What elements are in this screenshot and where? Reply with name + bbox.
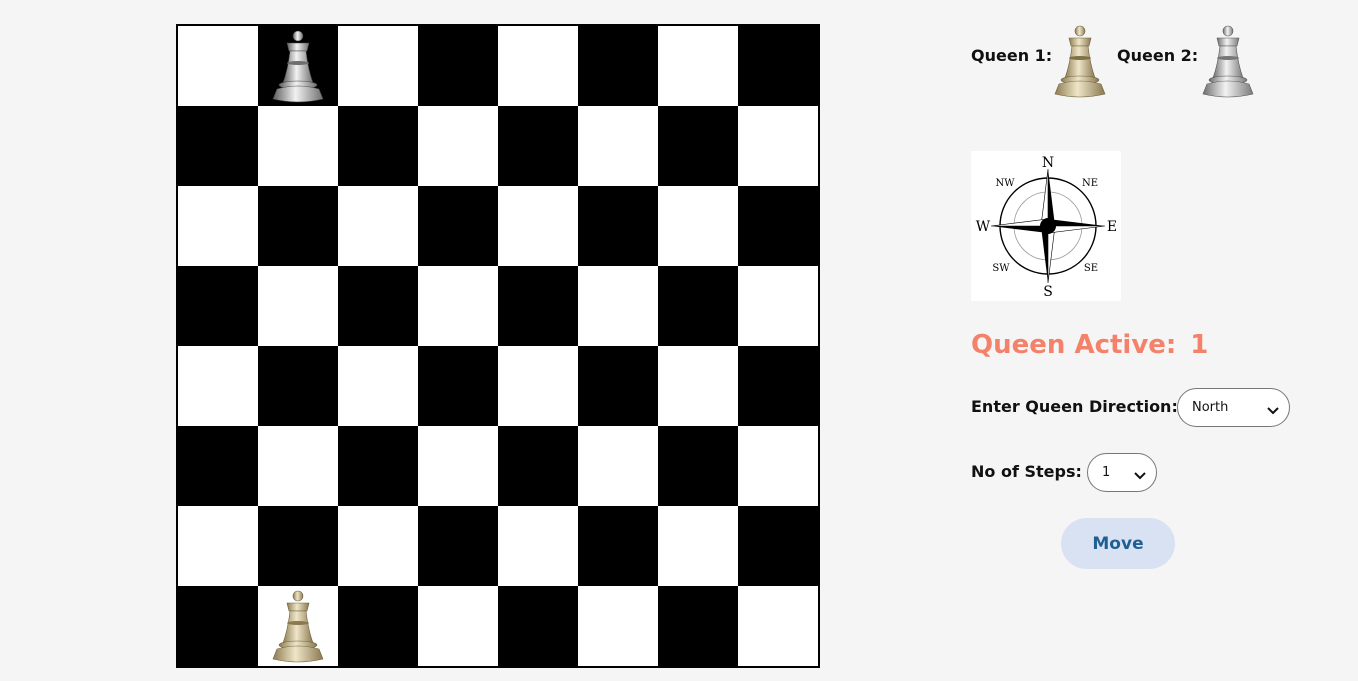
queen-1-icon xyxy=(1045,24,1115,104)
queen-active-status: Queen Active: 1 xyxy=(971,330,1208,360)
board-square[interactable] xyxy=(738,266,818,346)
board-square[interactable] xyxy=(258,186,338,266)
board-square[interactable] xyxy=(258,26,338,106)
board-square[interactable] xyxy=(498,266,578,346)
board-square[interactable] xyxy=(178,26,258,106)
board-square[interactable] xyxy=(738,506,818,586)
board-square[interactable] xyxy=(738,106,818,186)
board-square[interactable] xyxy=(578,506,658,586)
board-square[interactable] xyxy=(178,346,258,426)
board-square[interactable] xyxy=(178,586,258,666)
board-square[interactable] xyxy=(578,106,658,186)
board-square[interactable] xyxy=(258,346,338,426)
board-square[interactable] xyxy=(578,186,658,266)
board-square[interactable] xyxy=(738,426,818,506)
board-square[interactable] xyxy=(738,586,818,666)
board-square[interactable] xyxy=(738,26,818,106)
board-square[interactable] xyxy=(498,346,578,426)
board-square[interactable] xyxy=(178,106,258,186)
board-square[interactable] xyxy=(178,426,258,506)
board-square[interactable] xyxy=(738,346,818,426)
compass-label-w: W xyxy=(976,219,991,235)
move-button[interactable]: Move xyxy=(1061,518,1175,569)
board-square[interactable] xyxy=(258,506,338,586)
board-square[interactable] xyxy=(338,186,418,266)
board-square[interactable] xyxy=(658,266,738,346)
direction-select[interactable]: North xyxy=(1177,388,1290,427)
board-square[interactable] xyxy=(658,506,738,586)
board-square[interactable] xyxy=(258,266,338,346)
board-square[interactable] xyxy=(338,586,418,666)
board-square[interactable] xyxy=(338,426,418,506)
chess-board[interactable] xyxy=(176,24,820,668)
steps-select-value: 1 xyxy=(1102,465,1111,480)
board-square[interactable] xyxy=(578,26,658,106)
board-square[interactable] xyxy=(658,26,738,106)
board-square[interactable] xyxy=(418,26,498,106)
compass-label-sw: SW xyxy=(992,263,1010,274)
compass-label-se: SE xyxy=(1084,263,1098,274)
board-square[interactable] xyxy=(418,106,498,186)
board-square[interactable] xyxy=(258,106,338,186)
queen-1-label: Queen 1: xyxy=(971,46,1053,65)
board-square[interactable] xyxy=(578,346,658,426)
steps-select[interactable]: 1 xyxy=(1087,453,1157,492)
board-square[interactable] xyxy=(258,586,338,666)
board-square[interactable] xyxy=(498,586,578,666)
board-square[interactable] xyxy=(498,186,578,266)
compass-rose-image: N S E W NE NW SE SW xyxy=(971,151,1121,301)
board-square[interactable] xyxy=(738,186,818,266)
board-square[interactable] xyxy=(658,426,738,506)
board-square[interactable] xyxy=(578,266,658,346)
board-square[interactable] xyxy=(338,346,418,426)
queen-active-label: Queen Active: xyxy=(971,330,1177,360)
board-square[interactable] xyxy=(178,506,258,586)
queen-active-value: 1 xyxy=(1190,330,1209,360)
queen-2-icon xyxy=(1193,24,1263,104)
board-square[interactable] xyxy=(418,186,498,266)
board-square[interactable] xyxy=(338,106,418,186)
board-square[interactable] xyxy=(498,506,578,586)
board-square[interactable] xyxy=(658,106,738,186)
board-square[interactable] xyxy=(498,26,578,106)
board-square[interactable] xyxy=(498,106,578,186)
compass-label-ne: NE xyxy=(1082,178,1098,189)
compass-label-n: N xyxy=(1042,155,1054,171)
compass-label-s: S xyxy=(1043,284,1053,300)
direction-select-value: North xyxy=(1192,400,1229,415)
direction-label: Enter Queen Direction: xyxy=(971,397,1178,416)
board-square[interactable] xyxy=(178,186,258,266)
board-square[interactable] xyxy=(418,346,498,426)
board-square[interactable] xyxy=(578,586,658,666)
board-square[interactable] xyxy=(258,426,338,506)
board-square[interactable] xyxy=(338,266,418,346)
board-square[interactable] xyxy=(658,346,738,426)
compass-label-e: E xyxy=(1107,219,1117,235)
board-square[interactable] xyxy=(498,426,578,506)
queen-1-piece-icon[interactable] xyxy=(263,589,333,669)
board-square[interactable] xyxy=(578,426,658,506)
board-square[interactable] xyxy=(418,586,498,666)
board-square[interactable] xyxy=(658,586,738,666)
board-square[interactable] xyxy=(178,266,258,346)
compass-label-nw: NW xyxy=(995,178,1015,189)
queen-2-label: Queen 2: xyxy=(1117,46,1199,65)
queen-2-piece-icon[interactable] xyxy=(263,29,333,109)
board-square[interactable] xyxy=(418,426,498,506)
board-square[interactable] xyxy=(338,506,418,586)
chevron-down-icon xyxy=(1267,404,1279,414)
chevron-down-icon xyxy=(1134,469,1146,479)
board-square[interactable] xyxy=(418,506,498,586)
steps-label: No of Steps: xyxy=(971,462,1082,481)
board-square[interactable] xyxy=(418,266,498,346)
board-square[interactable] xyxy=(338,26,418,106)
board-square[interactable] xyxy=(658,186,738,266)
